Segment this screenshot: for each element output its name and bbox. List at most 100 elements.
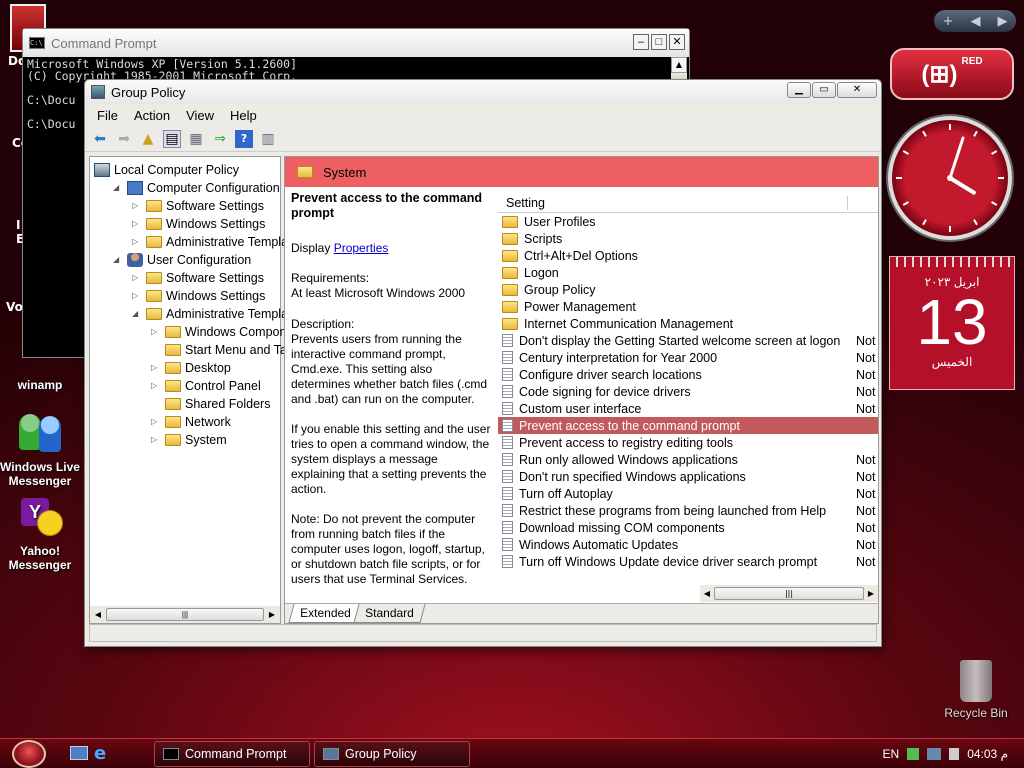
clock-gadget[interactable]	[888, 116, 1012, 240]
tab-extended[interactable]: Extended	[288, 604, 363, 623]
cmd-title-bar[interactable]: C:\ Command Prompt – □ ✕	[23, 29, 689, 57]
volume-icon[interactable]	[949, 748, 960, 760]
internet-explorer-icon[interactable]: e	[94, 743, 106, 764]
gp-title-bar[interactable]: Group Policy ▁ ▭ ✕	[85, 80, 881, 104]
export-list-icon[interactable]: ⇒	[211, 130, 229, 148]
security-icon[interactable]	[907, 748, 920, 760]
list-item[interactable]: Run only allowed Windows applications Not	[498, 451, 878, 468]
tree-node[interactable]: Start Menu and Task	[151, 341, 299, 359]
show-pane-icon[interactable]: ▥	[259, 130, 277, 148]
calendar-gadget[interactable]: ابريل ٢٠٢٣ 13 الخميس	[889, 256, 1015, 390]
properties-icon[interactable]: ▦	[187, 130, 205, 148]
list-item[interactable]: User Profiles	[498, 213, 878, 230]
tree-node[interactable]: ▷ Windows Settings	[132, 287, 265, 305]
desktop-icon-yahoo[interactable]: Y Yahoo! Messenger	[0, 496, 82, 572]
properties-link[interactable]: Properties	[334, 241, 389, 255]
tree-node[interactable]: Shared Folders	[151, 395, 270, 413]
list-item[interactable]: Prevent access to the command prompt	[498, 417, 878, 434]
close-button[interactable]: ✕	[669, 34, 685, 50]
forward-arrow-icon[interactable]: ➡	[115, 130, 133, 148]
menu-help[interactable]: Help	[222, 108, 265, 123]
list-horizontal-scrollbar[interactable]: ◀ ||| ▶	[700, 585, 878, 602]
network-icon[interactable]	[927, 748, 942, 760]
column-setting[interactable]: Setting	[498, 195, 848, 210]
tree-horizontal-scrollbar[interactable]: ◀ ||| ▶	[90, 606, 280, 623]
expander-icon[interactable]: ◢	[132, 305, 142, 323]
language-indicator[interactable]: EN	[883, 747, 900, 761]
back-arrow-icon[interactable]: ⬅	[91, 130, 109, 148]
expander-icon[interactable]: ▷	[151, 323, 161, 341]
tree-node[interactable]: ▷ Desktop	[151, 359, 231, 377]
expander-icon[interactable]: ▷	[132, 215, 142, 233]
previous-icon[interactable]: ◀	[970, 14, 980, 29]
list-item[interactable]: Code signing for device drivers Not	[498, 383, 878, 400]
menu-action[interactable]: Action	[126, 108, 178, 123]
scroll-thumb[interactable]: |||	[106, 608, 264, 621]
maximize-button[interactable]: ▭	[812, 82, 836, 98]
tree-node[interactable]: ▷ Software Settings	[132, 269, 264, 287]
next-icon[interactable]: ▶	[997, 14, 1007, 29]
expander-icon[interactable]: ◢	[113, 179, 123, 197]
desktop-icon-messenger[interactable]: Windows Live Messenger	[0, 412, 80, 488]
expander-icon[interactable]: ▷	[132, 233, 142, 251]
list-item[interactable]: Restrict these programs from being launc…	[498, 502, 878, 519]
tree-node[interactable]: ▷ Windows Settings	[132, 215, 265, 233]
tree-node[interactable]: ▷ Administrative Template	[132, 233, 298, 251]
scroll-thumb[interactable]: |||	[714, 587, 864, 600]
scroll-left-icon[interactable]: ◀	[90, 610, 106, 619]
list-item[interactable]: Scripts	[498, 230, 878, 247]
tree-node[interactable]: ◢ Administrative Template	[132, 305, 298, 323]
list-item[interactable]: Internet Communication Management	[498, 315, 878, 332]
expander-icon[interactable]: ▷	[132, 287, 142, 305]
list-item[interactable]: Don't display the Getting Started welcom…	[498, 332, 878, 349]
tree-node[interactable]: ◢ User Configuration	[113, 251, 251, 269]
show-desktop-icon[interactable]	[70, 746, 88, 760]
list-item[interactable]: Ctrl+Alt+Del Options	[498, 247, 878, 264]
desktop-icon-winamp[interactable]: winamp	[0, 362, 82, 392]
list-item[interactable]: Prevent access to registry editing tools	[498, 434, 878, 451]
tree-node[interactable]: ▷ System	[151, 431, 227, 449]
add-gadget-icon[interactable]: +	[943, 14, 954, 29]
scroll-left-icon[interactable]: ◀	[700, 589, 714, 598]
show-hide-tree-icon[interactable]: ▤	[163, 129, 181, 148]
expander-icon[interactable]: ◢	[113, 251, 123, 269]
start-button[interactable]	[12, 740, 46, 768]
list-item[interactable]: Power Management	[498, 298, 878, 315]
list-item[interactable]: Custom user interface Not	[498, 400, 878, 417]
expander-icon[interactable]: ▷	[132, 197, 142, 215]
list-item[interactable]: Turn off Windows Update device driver se…	[498, 553, 878, 570]
tab-standard[interactable]: Standard	[353, 604, 425, 623]
minimize-button[interactable]: ▁	[787, 82, 811, 98]
expander-icon[interactable]: ▷	[151, 359, 161, 377]
list-item[interactable]: Windows Automatic Updates Not	[498, 536, 878, 553]
list-item[interactable]: Group Policy	[498, 281, 878, 298]
maximize-button[interactable]: □	[651, 34, 667, 50]
list-item[interactable]: Download missing COM components Not	[498, 519, 878, 536]
minimize-button[interactable]: –	[633, 34, 649, 50]
list-item[interactable]: Don't run specified Windows applications…	[498, 468, 878, 485]
expander-icon[interactable]: ▷	[151, 431, 161, 449]
taskbar-button-cmd[interactable]: Command Prompt	[154, 741, 310, 767]
tree-node[interactable]: ▷ Windows Componer	[151, 323, 298, 341]
tree-node[interactable]: ◢ Computer Configuration	[113, 179, 280, 197]
scroll-right-icon[interactable]: ▶	[864, 589, 878, 598]
tree-node[interactable]: ▷ Network	[151, 413, 231, 431]
desktop-icon-recycle-bin[interactable]: Recycle Bin	[934, 656, 1018, 720]
list-item[interactable]: Century interpretation for Year 2000 Not	[498, 349, 878, 366]
list-item[interactable]: Configure driver search locations Not	[498, 366, 878, 383]
expander-icon[interactable]: ▷	[132, 269, 142, 287]
tree-node[interactable]: ▷ Software Settings	[132, 197, 264, 215]
scroll-up-icon[interactable]: ▲	[671, 57, 687, 73]
clock-time[interactable]: 04:03 م	[967, 747, 1008, 761]
list-item[interactable]: Logon	[498, 264, 878, 281]
column-header[interactable]: Setting	[498, 193, 878, 213]
menu-view[interactable]: View	[178, 108, 222, 123]
close-button[interactable]: ✕	[837, 82, 877, 98]
group-policy-window[interactable]: Group Policy ▁ ▭ ✕ File Action View Help…	[84, 79, 882, 647]
list-item[interactable]: Turn off Autoplay Not	[498, 485, 878, 502]
help-icon[interactable]: ?	[235, 129, 253, 148]
tree-node[interactable]: Local Computer Policy	[94, 161, 239, 179]
taskbar-button-gp[interactable]: Group Policy	[314, 741, 470, 767]
scroll-right-icon[interactable]: ▶	[264, 610, 280, 619]
menu-file[interactable]: File	[89, 108, 126, 123]
